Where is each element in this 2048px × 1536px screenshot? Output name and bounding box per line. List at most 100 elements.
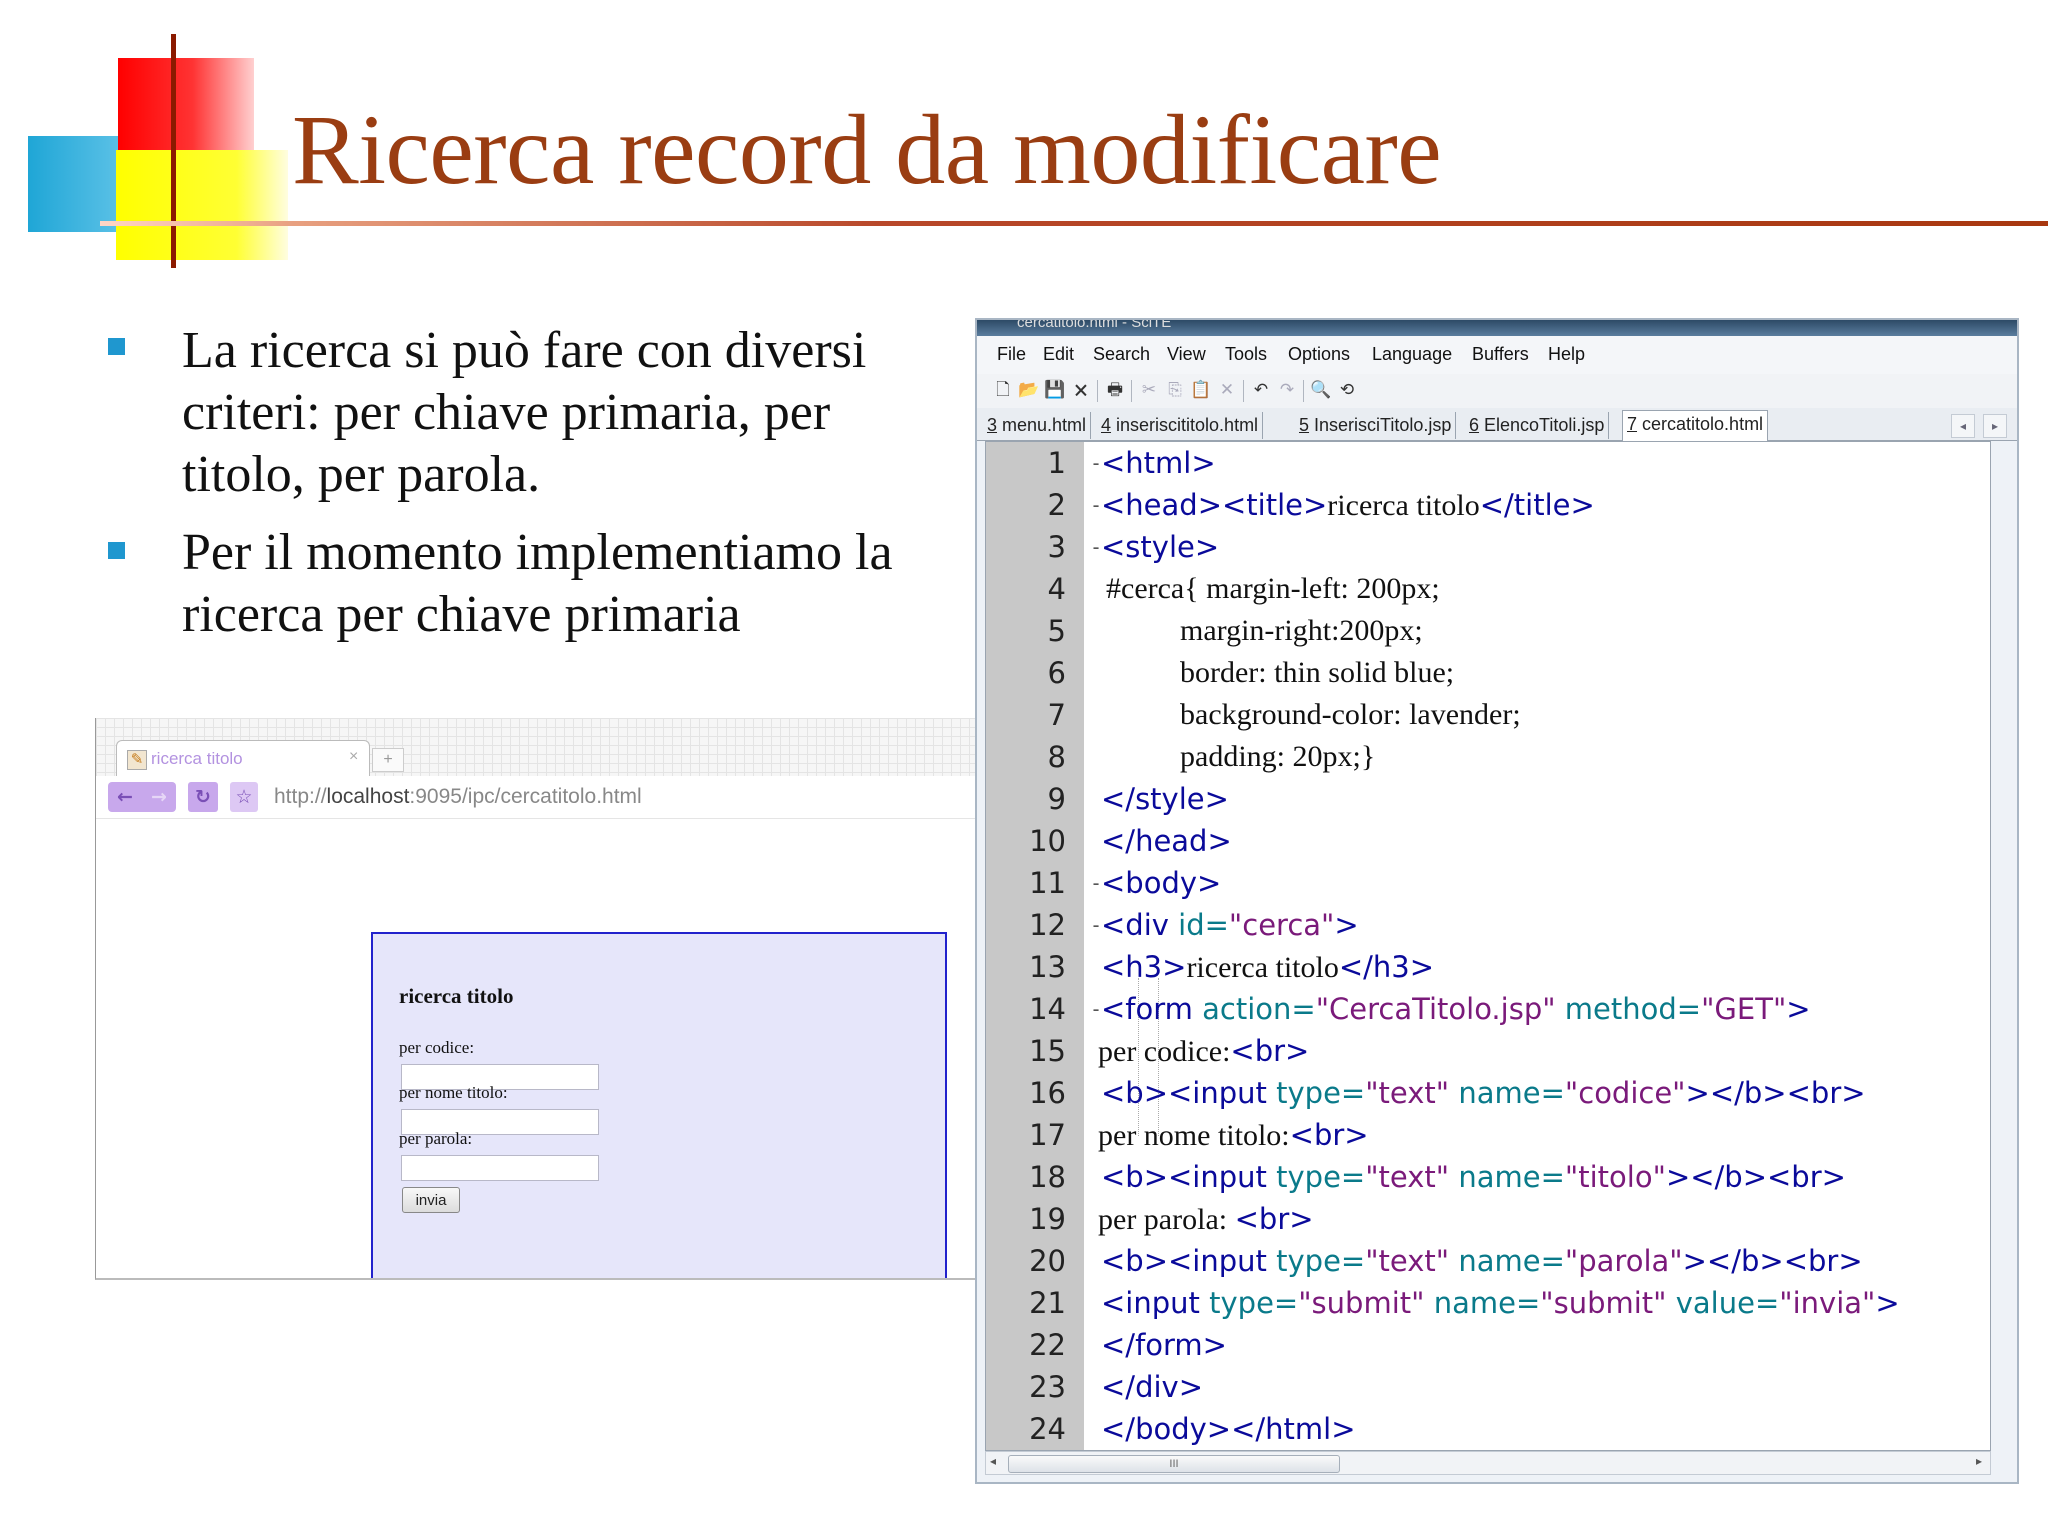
- form-heading: ricerca titolo: [399, 984, 514, 1008]
- bookmark-star-icon[interactable]: ☆: [230, 782, 258, 812]
- code-line: <b><input type="text" name="titolo"></b>…: [1101, 1156, 1846, 1199]
- cut-icon[interactable]: ✂: [1137, 378, 1161, 402]
- code-attribute: name=: [1424, 1286, 1541, 1320]
- tab-scroll-left-icon[interactable]: ◂: [1951, 414, 1975, 438]
- paste-icon[interactable]: 📋: [1189, 378, 1213, 402]
- forward-arrow-icon[interactable]: →: [142, 782, 176, 812]
- code-tag: <div: [1101, 908, 1169, 942]
- code-string: "invia": [1779, 1286, 1876, 1320]
- save-icon[interactable]: 💾: [1043, 378, 1067, 402]
- bullet-marker: [108, 542, 125, 559]
- slide-title: Ricerca record da modificare: [292, 94, 1442, 205]
- code-string: "CercaTitolo.jsp": [1315, 992, 1556, 1026]
- title-underline: [100, 221, 2048, 226]
- line-number: 12: [1029, 908, 1066, 942]
- file-tab[interactable]: 5 InserisciTitolo.jsp: [1295, 412, 1457, 439]
- code-line: <style>: [1101, 526, 1219, 569]
- code-tag: <br>: [1230, 1034, 1310, 1068]
- decor-vertical-line: [171, 34, 176, 268]
- close-file-icon[interactable]: 🗙: [1069, 378, 1093, 402]
- code-tag: >: [1875, 1286, 1900, 1320]
- print-icon[interactable]: 🖶: [1103, 378, 1127, 402]
- line-number: 17: [1029, 1118, 1066, 1152]
- file-tab-active[interactable]: 7 cercatitolo.html: [1622, 410, 1769, 442]
- code-line: </style>: [1101, 778, 1229, 821]
- delete-icon[interactable]: ✕: [1215, 378, 1239, 402]
- close-tab-icon[interactable]: ×: [349, 748, 358, 766]
- file-tab[interactable]: 3 menu.html: [983, 412, 1092, 439]
- code-text: per parola:: [1098, 1203, 1235, 1236]
- code-attribute: name=: [1449, 1244, 1565, 1278]
- copy-icon[interactable]: ⎘: [1163, 378, 1187, 402]
- line-number: 22: [1029, 1328, 1066, 1362]
- menu-language[interactable]: Language: [1372, 344, 1452, 365]
- code-line: padding: 20px;}: [1180, 736, 1375, 778]
- code-tag: </div>: [1101, 1370, 1203, 1404]
- line-number: 20: [1029, 1244, 1066, 1278]
- tab-filename: inseriscititolo.html: [1111, 415, 1259, 435]
- scroll-right-icon[interactable]: ▸: [1976, 1454, 1982, 1468]
- line-number: 7: [1047, 698, 1066, 732]
- menu-edit[interactable]: Edit: [1043, 344, 1074, 365]
- code-tag: <body>: [1101, 866, 1222, 900]
- bullet-text: La ricerca si può fare con diversi crite…: [182, 322, 867, 503]
- menu-help[interactable]: Help: [1548, 344, 1585, 365]
- code-attribute: id=: [1168, 908, 1229, 942]
- line-number: 24: [1029, 1412, 1066, 1446]
- find-icon[interactable]: 🔍: [1309, 378, 1333, 402]
- file-tab[interactable]: 4 inseriscititolo.html: [1097, 412, 1264, 439]
- horizontal-scrollbar[interactable]: ◂ III ▸: [985, 1451, 1991, 1475]
- code-tag: ></b><br>: [1665, 1160, 1846, 1194]
- menu-tools[interactable]: Tools: [1225, 344, 1267, 365]
- code-line: margin-right:200px;: [1180, 610, 1423, 652]
- code-string: "GET": [1701, 992, 1787, 1026]
- code-string: "codice": [1564, 1076, 1686, 1110]
- file-tab[interactable]: 6 ElencoTitoli.jsp: [1465, 412, 1610, 439]
- code-tag: </h3>: [1338, 950, 1435, 984]
- code-attribute: type=: [1266, 1244, 1366, 1278]
- code-tag: </form>: [1101, 1328, 1227, 1362]
- browser-tab[interactable]: ✎ ricerca titolo ×: [116, 740, 370, 777]
- code-line: <head><title>ricerca titolo</title>: [1101, 484, 1595, 527]
- submit-button[interactable]: invia: [402, 1187, 460, 1213]
- new-tab-button[interactable]: +: [372, 748, 404, 772]
- code-string: "titolo": [1564, 1160, 1666, 1194]
- code-line: <b><input type="text" name="parola"></b>…: [1101, 1240, 1863, 1283]
- code-string: "text": [1365, 1244, 1450, 1278]
- menu-options[interactable]: Options: [1288, 344, 1350, 365]
- scroll-left-icon[interactable]: ◂: [990, 1454, 996, 1468]
- scrollbar-thumb[interactable]: III: [1008, 1455, 1340, 1473]
- tab-number: 7: [1627, 414, 1638, 434]
- code-editor[interactable]: 1 2 3 4 5 6 7 8 9 10 11 12 13 14 15 16 1…: [985, 441, 1991, 1451]
- code-line: <h3>ricerca titolo</h3>: [1101, 946, 1434, 989]
- code-tag: >: [1334, 908, 1359, 942]
- parola-input[interactable]: [401, 1155, 599, 1181]
- code-attribute: action=: [1192, 992, 1316, 1026]
- reload-icon[interactable]: ↻: [188, 782, 218, 812]
- redo-icon[interactable]: ↷: [1275, 378, 1299, 402]
- address-bar[interactable]: http://localhost:9095/ipc/cercatitolo.ht…: [274, 785, 642, 809]
- open-folder-icon[interactable]: 📂: [1017, 378, 1041, 402]
- back-arrow-icon[interactable]: ←: [108, 782, 142, 812]
- menu-search[interactable]: Search: [1093, 344, 1150, 365]
- code-text: #cerca{ margin-left: 200px;: [1106, 572, 1440, 605]
- tab-number: 5: [1299, 415, 1310, 435]
- find-replace-icon[interactable]: ⟲: [1335, 378, 1359, 402]
- code-attribute: type=: [1199, 1286, 1299, 1320]
- browser-tab-title: ricerca titolo: [151, 749, 243, 768]
- line-number: 9: [1047, 782, 1066, 816]
- code-text: border: thin solid blue;: [1180, 656, 1455, 689]
- code-text: padding: 20px;}: [1180, 740, 1376, 773]
- menu-buffers[interactable]: Buffers: [1472, 344, 1529, 365]
- undo-icon[interactable]: ↶: [1249, 378, 1273, 402]
- tab-filename: cercatitolo.html: [1637, 414, 1764, 434]
- tab-scroll-right-icon[interactable]: ▸: [1983, 414, 2007, 438]
- browser-window: ✎ ricerca titolo × + ← → ↻ ☆ http://loca…: [95, 718, 976, 1280]
- new-file-icon[interactable]: 🗋: [991, 378, 1015, 402]
- code-tag: </title>: [1479, 488, 1595, 522]
- menu-view[interactable]: View: [1167, 344, 1206, 365]
- codice-label: per codice:: [399, 1038, 475, 1057]
- decor-yellow-square: [116, 150, 288, 260]
- menu-file[interactable]: File: [997, 344, 1026, 365]
- code-attribute: value=: [1666, 1286, 1780, 1320]
